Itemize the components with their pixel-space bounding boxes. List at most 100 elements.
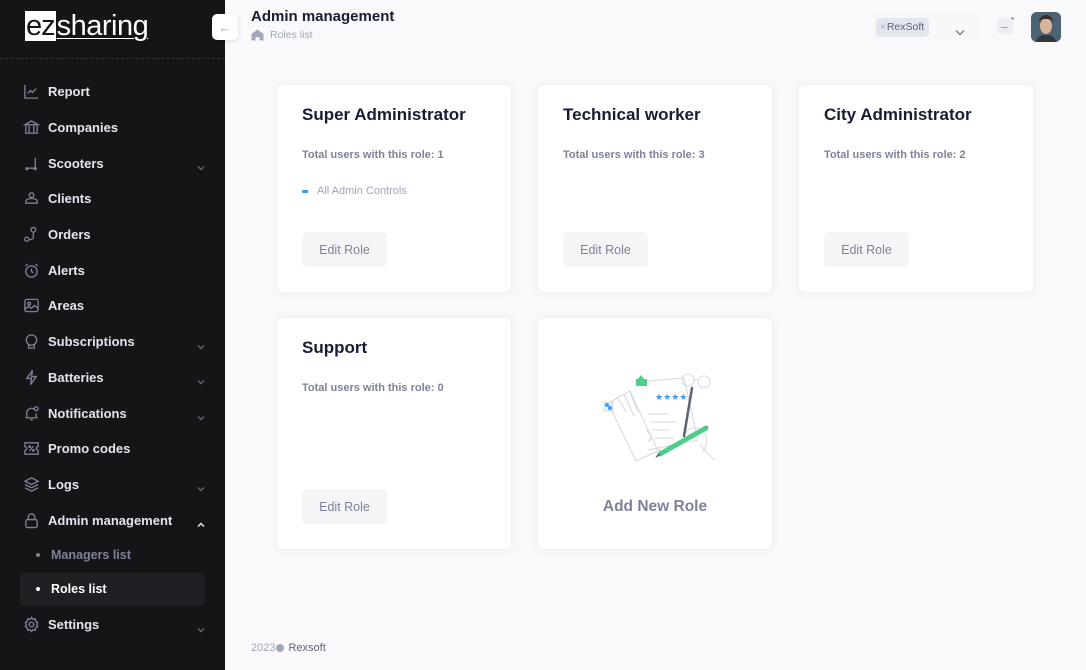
logo-boxed-text: ez <box>25 10 56 42</box>
sidebar-item-promo-codes[interactable]: Promo codes <box>0 431 225 467</box>
sidebar-item-scooters[interactable]: Scooters <box>0 145 225 181</box>
company-tag-label: RexSoft <box>886 21 925 33</box>
bank-icon <box>22 119 40 137</box>
sidebar-item-admin-management[interactable]: Admin management <box>0 502 225 538</box>
role-title: Technical worker <box>563 105 701 124</box>
message-icon <box>1001 27 1008 28</box>
role-user-count: Total users with this role: 3 <box>563 149 705 161</box>
app-logo[interactable]: ez sharing <box>25 10 149 42</box>
role-user-count: Total users with this role: 1 <box>302 149 444 161</box>
sidebar-item-notifications[interactable]: Notifications <box>0 395 225 431</box>
home-icon[interactable] <box>251 29 264 41</box>
chevron-down-icon[interactable] <box>197 159 205 171</box>
sidebar-item-label: Companies <box>48 120 119 136</box>
lock-icon <box>22 511 40 529</box>
notification-dot <box>1010 16 1015 21</box>
sidebar-divider <box>0 58 225 59</box>
sidebar-item-batteries[interactable]: Batteries <box>0 360 225 396</box>
role-illustration: ★★★★ <box>603 373 715 462</box>
users-icon <box>22 190 40 208</box>
map-image-icon <box>22 297 40 315</box>
sidebar-item-label: Admin management <box>48 512 173 528</box>
sidebar-item-label: Report <box>48 84 90 100</box>
role-card-city-administrator: City Administrator Total users with this… <box>798 84 1034 293</box>
sidebar-item-areas[interactable]: Areas <box>0 288 225 324</box>
sidebar-item-subscriptions[interactable]: Subscriptions <box>0 324 225 360</box>
chevron-down-icon[interactable] <box>197 621 205 633</box>
sidebar-item-label: Notifications <box>48 405 127 421</box>
page-title: Admin management <box>251 8 395 25</box>
percent-ticket-icon <box>22 440 40 458</box>
role-card-technical-worker: Technical worker Total users with this r… <box>537 84 773 293</box>
role-title: Super Administrator <box>302 105 466 124</box>
sidebar-item-label: Areas <box>48 298 85 314</box>
chevron-down-icon[interactable] <box>197 480 205 492</box>
scooter-icon <box>22 154 40 172</box>
company-tag: × RexSoft <box>876 17 930 37</box>
gear-icon <box>22 616 40 634</box>
sidebar-item-label: Clients <box>48 191 92 207</box>
copyright-icon <box>276 644 285 652</box>
sidebar-item-label: Alerts <box>48 262 85 278</box>
permission-label: All Admin Controls <box>317 185 407 197</box>
chevron-down-icon[interactable] <box>955 23 965 41</box>
alarm-clock-icon <box>22 261 40 279</box>
company-select[interactable]: × RexSoft <box>871 12 979 42</box>
add-new-role-label: Add New Role <box>602 498 708 515</box>
bullet-icon <box>36 587 40 592</box>
sidebar-item-label: Batteries <box>48 369 104 385</box>
edit-role-button[interactable]: Edit Role <box>563 232 648 267</box>
notifications-button[interactable] <box>997 16 1015 34</box>
chevron-down-icon[interactable] <box>197 373 205 385</box>
avatar-image <box>1031 12 1061 42</box>
bell-icon <box>22 404 40 422</box>
edit-role-button[interactable]: Edit Role <box>824 232 909 267</box>
sidebar-item-label: Settings <box>48 617 100 633</box>
sidebar-item-logs[interactable]: Logs <box>0 467 225 503</box>
chevron-down-icon[interactable] <box>197 338 205 350</box>
sidebar-item-label: Promo codes <box>48 441 131 457</box>
sidebar-subitem-label: Roles list <box>51 582 107 597</box>
sidebar-item-report[interactable]: Report <box>0 74 225 110</box>
role-user-count: Total users with this role: 2 <box>824 149 966 161</box>
role-card-super-administrator: Super Administrator Total users with thi… <box>276 84 512 293</box>
chevron-up-icon[interactable] <box>197 516 205 528</box>
role-title: City Administrator <box>824 105 972 124</box>
bullet-dash-icon <box>302 189 308 193</box>
bullet-icon <box>36 553 40 558</box>
breadcrumb-current: Roles list <box>270 29 313 41</box>
sidebar: ez sharing Report Companies Scooters Clie… <box>0 0 225 670</box>
footer-brand-link[interactable]: Rexsoft <box>288 642 325 654</box>
footer: 2023 Rexsoft <box>251 642 326 654</box>
sidebar-item-companies[interactable]: Companies <box>0 110 225 146</box>
sidebar-collapse-button[interactable]: ← <box>212 14 238 40</box>
edit-role-button[interactable]: Edit Role <box>302 232 387 267</box>
layers-icon <box>22 475 40 493</box>
sidebar-subitem-managers-list[interactable]: Managers list <box>20 539 205 572</box>
sidebar-item-settings[interactable]: Settings <box>0 607 225 643</box>
rating-stars-icon: ★★★★ <box>655 393 687 403</box>
add-new-role-card[interactable]: ★★★★ Add New Role <box>537 317 773 550</box>
edit-role-button[interactable]: Edit Role <box>302 489 387 524</box>
chevron-down-icon[interactable] <box>197 409 205 421</box>
user-avatar[interactable] <box>1031 12 1061 42</box>
lightning-icon <box>22 368 40 386</box>
sidebar-item-label: Logs <box>48 476 80 492</box>
remove-tag-icon[interactable]: × <box>880 22 886 33</box>
role-title: Support <box>302 338 368 357</box>
sidebar-subitem-label: Managers list <box>51 548 131 563</box>
route-icon <box>22 226 40 244</box>
footer-year: 2023 <box>251 642 276 654</box>
role-permission-item: All Admin Controls <box>302 185 407 197</box>
sidebar-nav: Report Companies Scooters Clients Orders… <box>0 74 225 643</box>
sidebar-item-orders[interactable]: Orders <box>0 217 225 253</box>
sidebar-item-clients[interactable]: Clients <box>0 181 225 217</box>
sidebar-item-label: Scooters <box>48 155 104 171</box>
chart-line-icon <box>22 83 40 101</box>
sidebar-item-label: Subscriptions <box>48 334 135 350</box>
arrow-left-icon: ← <box>218 19 232 35</box>
sidebar-item-label: Orders <box>48 227 91 243</box>
role-card-support: Support Total users with this role: 0 Ed… <box>276 317 512 550</box>
sidebar-item-alerts[interactable]: Alerts <box>0 252 225 288</box>
sidebar-subitem-roles-list[interactable]: Roles list <box>20 572 205 606</box>
